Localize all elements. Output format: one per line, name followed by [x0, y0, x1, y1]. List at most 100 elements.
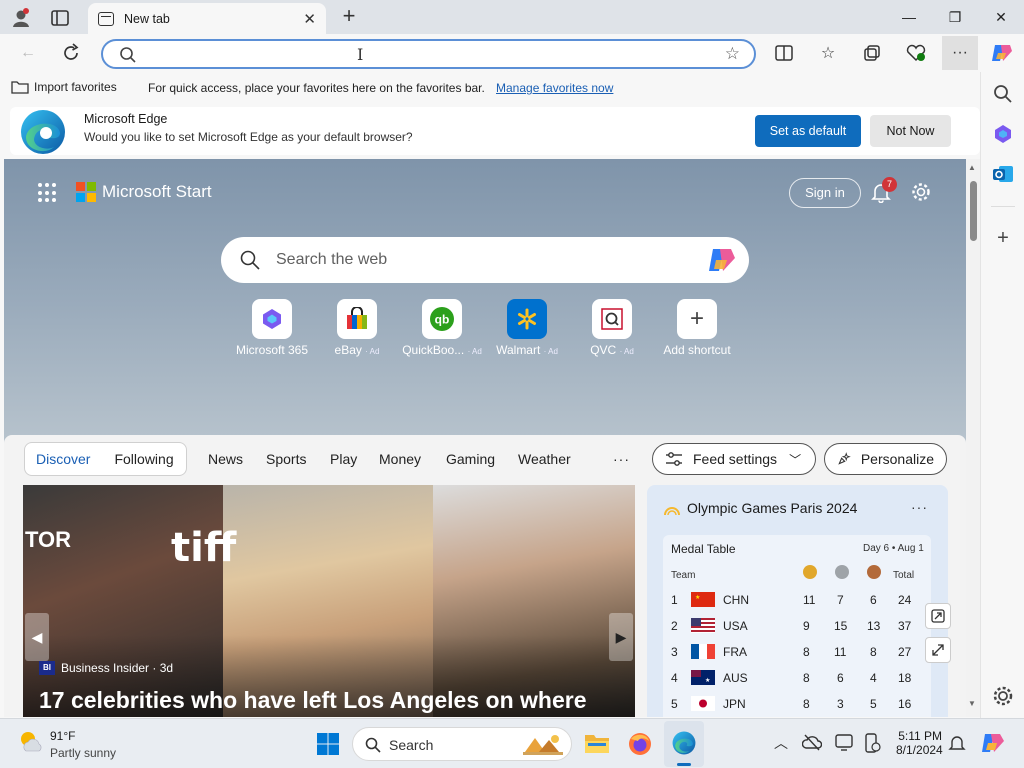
file-explorer-icon[interactable]: [584, 731, 610, 755]
gold: 8: [803, 671, 810, 685]
table-row: 3 FRA 8 11 8 27: [663, 639, 931, 665]
search-icon: [365, 737, 381, 753]
microsoft-365-icon: [263, 309, 281, 329]
tab-sports[interactable]: Sports: [266, 451, 306, 467]
ad-label: · Ad: [543, 347, 558, 356]
svg-text:qb: qb: [435, 313, 450, 327]
sign-in-button[interactable]: Sign in: [789, 178, 861, 208]
microsoft-365-icon[interactable]: [991, 122, 1015, 146]
back-icon[interactable]: ←: [14, 39, 42, 67]
scroll-up-icon[interactable]: ▲: [968, 163, 976, 172]
bronze: 4: [870, 671, 877, 685]
bronze: 13: [867, 619, 881, 633]
tab-actions-icon[interactable]: [48, 7, 72, 29]
open-in-new-icon[interactable]: [925, 603, 951, 629]
add-sidebar-app-icon[interactable]: +: [991, 226, 1015, 250]
system-clock[interactable]: 5:11 PM 8/1/2024: [896, 729, 943, 757]
news-feed: Discover Following News Sports Play Mone…: [4, 435, 966, 717]
add-shortcut-button[interactable]: + Add shortcut: [652, 299, 742, 357]
taskbar-search-label: Search: [389, 737, 434, 753]
quickbooks-icon: qb: [430, 307, 454, 331]
web-search-placeholder: Search the web: [276, 251, 388, 268]
restore-button[interactable]: ❐: [932, 0, 978, 34]
expand-icon[interactable]: [925, 637, 951, 663]
collections-icon[interactable]: [858, 39, 886, 67]
tab-following[interactable]: Following: [114, 451, 173, 467]
tab-new-tab[interactable]: New tab ✕: [88, 3, 326, 34]
set-as-default-button[interactable]: Set as default: [755, 115, 861, 147]
copilot-taskbar-icon[interactable]: [980, 731, 1006, 755]
olympics-card: Olympic Games Paris 2024 ··· Medal Table…: [647, 485, 951, 717]
page-settings-gear-icon[interactable]: [910, 181, 932, 203]
tab-weather[interactable]: Weather: [518, 451, 571, 467]
firefox-icon[interactable]: [627, 731, 653, 757]
sidebar-settings-icon[interactable]: [991, 684, 1015, 708]
refresh-icon[interactable]: [60, 42, 82, 64]
new-tab-button[interactable]: +: [338, 5, 360, 28]
split-screen-icon[interactable]: [770, 39, 798, 67]
tab-discover[interactable]: Discover: [36, 451, 90, 467]
taskbar-search-box[interactable]: Search: [352, 727, 572, 761]
notifications-bell-icon[interactable]: [948, 734, 966, 752]
onedrive-offline-icon[interactable]: [802, 733, 822, 751]
not-now-button[interactable]: Not Now: [870, 115, 951, 147]
medal-table[interactable]: Medal Table Day 6 • Aug 1 Team Total 1 ★…: [663, 535, 931, 717]
bronze-medal-icon: [867, 565, 881, 579]
edge-taskbar-button[interactable]: [664, 721, 704, 767]
hero-headline[interactable]: 17 celebrities who have left Los Angeles…: [39, 687, 587, 714]
web-search-box[interactable]: Search the web: [221, 237, 749, 283]
settings-and-more-icon[interactable]: ···: [942, 36, 978, 70]
shortcut-walmart[interactable]: Walmart · Ad: [482, 299, 572, 357]
app-launcher-icon[interactable]: [38, 183, 58, 203]
copilot-search-icon[interactable]: [707, 246, 737, 274]
favorites-icon[interactable]: ☆: [814, 39, 842, 67]
screen-record-icon[interactable]: [834, 732, 854, 752]
weather-temperature[interactable]: 91°F: [50, 729, 75, 743]
outlook-icon[interactable]: [991, 162, 1015, 186]
close-window-button[interactable]: ✕: [978, 0, 1024, 34]
hero-news-card[interactable]: TOR tiff ◀ ▶ BI Business Insider · 3d 17…: [23, 485, 635, 717]
windows-start-icon[interactable]: [316, 732, 340, 756]
tab-money[interactable]: Money: [379, 451, 421, 467]
phone-link-icon[interactable]: [860, 732, 882, 754]
shortcut-tile: qb: [422, 299, 462, 339]
carousel-prev-button[interactable]: ◀: [25, 613, 49, 661]
rank: 2: [671, 619, 678, 633]
shortcut-ebay[interactable]: eBay · Ad: [312, 299, 402, 357]
more-options-icon[interactable]: ···: [911, 499, 928, 515]
weather-condition[interactable]: Partly sunny: [50, 746, 116, 760]
tab-gaming[interactable]: Gaming: [446, 451, 495, 467]
profile-icon[interactable]: [10, 7, 32, 29]
copilot-icon[interactable]: [990, 41, 1014, 65]
feed-settings-button[interactable]: Feed settings ﹀: [652, 443, 816, 475]
import-favorites-button[interactable]: Import favorites: [11, 80, 117, 94]
close-tab-icon[interactable]: ✕: [303, 10, 316, 28]
add-favorite-icon[interactable]: ☆: [725, 44, 740, 64]
tab-play[interactable]: Play: [330, 451, 357, 467]
address-bar[interactable]: I ☆: [101, 39, 756, 69]
show-hidden-icons-icon[interactable]: ︿: [774, 733, 788, 753]
manage-favorites-link[interactable]: Manage favorites now: [496, 81, 613, 95]
scroll-down-icon[interactable]: ▼: [968, 699, 976, 708]
scrollbar-thumb[interactable]: [970, 181, 977, 241]
personalize-button[interactable]: Personalize: [824, 443, 947, 475]
search-icon[interactable]: [991, 82, 1015, 106]
tab-news[interactable]: News: [208, 451, 243, 467]
carousel-next-button[interactable]: ▶: [609, 613, 633, 661]
shortcut-qvc[interactable]: QVC · Ad: [567, 299, 657, 357]
shortcut-microsoft-365[interactable]: Microsoft 365: [227, 299, 317, 357]
partly-sunny-icon[interactable]: [18, 729, 44, 755]
shortcut-quickbooks[interactable]: qb QuickBoo... · Ad: [397, 299, 487, 357]
more-tabs-icon[interactable]: ···: [613, 451, 630, 467]
rank: 4: [671, 671, 678, 685]
business-insider-logo: BI: [39, 661, 55, 675]
browser-essentials-icon[interactable]: [902, 39, 930, 67]
microsoft-start-brand[interactable]: Microsoft Start: [102, 182, 212, 202]
olympics-title[interactable]: Olympic Games Paris 2024: [687, 500, 857, 516]
page-scrollbar[interactable]: ▲ ▼: [966, 159, 980, 717]
hero-source[interactable]: BI Business Insider · 3d: [39, 661, 173, 675]
shortcut-label: eBay: [334, 343, 362, 357]
silver: 6: [837, 671, 844, 685]
rank: 3: [671, 645, 678, 659]
minimize-button[interactable]: —: [886, 0, 932, 34]
